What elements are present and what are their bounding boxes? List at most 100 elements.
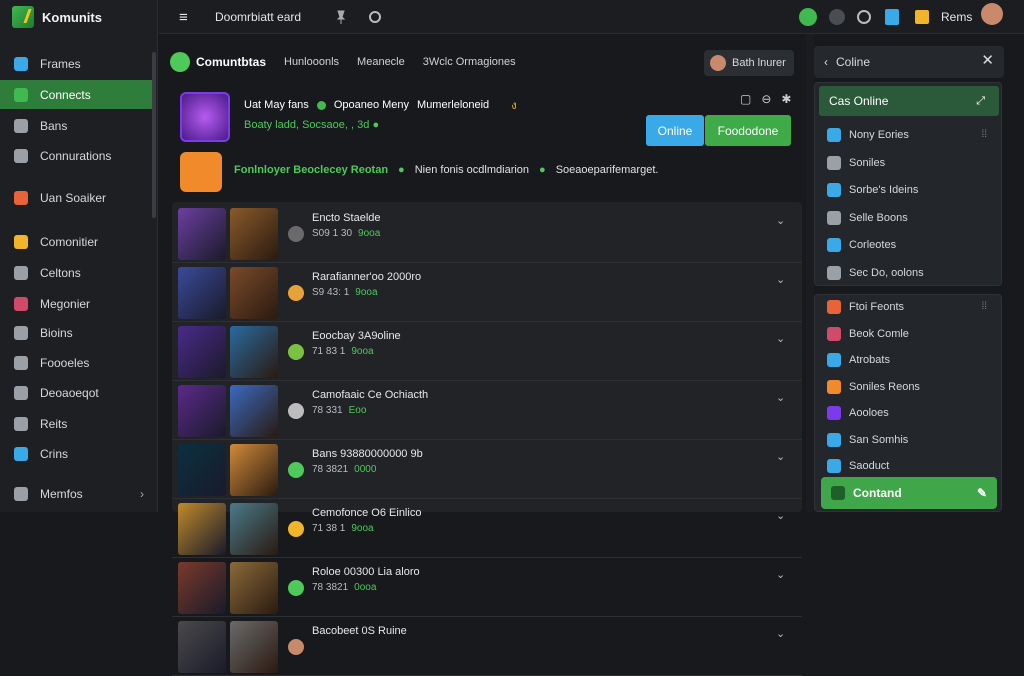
sidebar-item-label: Megonier (40, 296, 91, 311)
feature-line: Fonlnloyer Beoclecey Reotan ● Nien fonis… (234, 164, 658, 176)
game-controls: ▢ ⊖ ✱ (740, 92, 791, 106)
friend-item[interactable]: Ftoi Feonts (827, 299, 904, 315)
menu-icon[interactable]: ≡ (179, 8, 188, 26)
friend-item[interactable]: Corleotes (827, 237, 896, 253)
friend-item[interactable]: Saoduct (827, 458, 889, 474)
tab-item[interactable]: Meanecle (357, 56, 405, 68)
sidebar-item[interactable]: Connurations (0, 141, 152, 170)
user-avatar[interactable] (981, 3, 1003, 25)
sidebar-item[interactable]: Comonitier (0, 227, 152, 256)
tab-item[interactable]: Hunlooonls (284, 56, 339, 68)
sidebar-item[interactable]: Deoaoeqot (0, 378, 152, 407)
close-icon[interactable]: ✕ (981, 51, 994, 69)
sidebar-item[interactable]: Crins (0, 439, 152, 468)
target-icon (14, 385, 28, 400)
chat-icon[interactable] (829, 8, 845, 26)
sidebar-scrollbar[interactable] (152, 52, 156, 218)
settings-icon[interactable]: ✱ (781, 92, 791, 106)
tab-community[interactable]: Comuntbtas (170, 52, 266, 72)
row-subtitle-text: 78 3821 (312, 582, 349, 593)
list-item[interactable]: Roloe 00300 Lia aloro 78 3821 0ooa ⌄ (172, 558, 802, 617)
friend-item[interactable]: Nony Eories (827, 127, 909, 143)
back-icon[interactable]: ‹ (824, 55, 828, 69)
online-header[interactable]: Cas Online ⤢ (819, 86, 999, 116)
game-cube-icon[interactable] (180, 92, 230, 142)
row-subtitle: S9 43: 1 9ooa (312, 287, 378, 298)
friend-item[interactable]: Soniles Reons (827, 379, 920, 395)
friend-item[interactable]: Beok Comle (827, 326, 909, 342)
expand-icon[interactable]: ⤢ (976, 95, 985, 108)
friend-item[interactable]: San Somhis (827, 432, 908, 448)
sidebar-item-label: Celtons (40, 265, 81, 280)
sidebar-item[interactable]: Frames (0, 49, 152, 78)
search-icon[interactable] (857, 8, 871, 26)
brand[interactable]: Komunits (12, 6, 102, 28)
game-title-b: Opoaneo Meny (333, 99, 410, 111)
list-item[interactable]: Eoocbay 3A9oline 71 83 1 9ooa ⌄ (172, 322, 802, 381)
chevron-down-icon[interactable]: ⌄ (776, 568, 785, 581)
edit-icon[interactable]: ✎ (977, 486, 987, 500)
sidebar-item[interactable]: Bioins (0, 318, 152, 347)
list-item[interactable]: Encto Staelde S09 1 30 9ooa ⌄ (172, 204, 802, 263)
sidebar-item[interactable]: Megonier (0, 289, 152, 318)
user-chip-button[interactable]: Bath lnurer (704, 50, 794, 76)
chevron-down-icon[interactable]: ⌄ (776, 627, 785, 640)
edit-icon[interactable]: ▢ (740, 92, 751, 106)
sidebar-item[interactable]: Reits (0, 409, 152, 438)
online-status-icon[interactable] (799, 8, 817, 26)
thumbnail (230, 503, 278, 555)
game-subtitle: Boaty ladd, Socsaoe, , 3d ● (244, 119, 379, 131)
chevron-down-icon[interactable]: ⌄ (776, 214, 785, 227)
chevron-down-icon[interactable]: ⌄ (776, 391, 785, 404)
sidebar-item-label: Comonitier (40, 234, 99, 249)
thumbnail (178, 267, 226, 319)
list-item[interactable]: Rarafianner'oo 2000ro S9 43: 1 9ooa ⌄ (172, 263, 802, 322)
contact-button[interactable]: Contand ✎ (821, 477, 997, 509)
sidebar-item[interactable]: Celtons (0, 258, 152, 287)
thumbnail (178, 621, 226, 673)
row-title: Encto Staelde (312, 212, 381, 224)
sidebar-item[interactable]: Memfos › (0, 479, 152, 508)
sidebar-item[interactable]: Foooeles (0, 348, 152, 377)
globe-icon (14, 325, 28, 340)
friend-item[interactable]: Atrobats (827, 352, 890, 368)
friend-item[interactable]: Selle Boons (827, 210, 908, 226)
row-subtitle: S09 1 30 9ooa (312, 228, 380, 239)
chevron-down-icon[interactable]: ⌄ (776, 509, 785, 522)
friend-item[interactable]: Sorbe's Ideins (827, 182, 918, 198)
list-item[interactable]: Bans 93880000000 9b 78 3821 0000 ⌄ (172, 440, 802, 499)
online-button[interactable]: Online (646, 115, 704, 146)
tab-item[interactable]: 3Wclc Ormagiones (423, 56, 516, 68)
feed-button[interactable]: Foododone (705, 115, 791, 146)
list-item[interactable]: Cemofonce O6 Einlico 71 38 1 9ooa ⌄ (172, 499, 802, 558)
chevron-down-icon[interactable]: ⌄ (776, 450, 785, 463)
drag-handle-icon[interactable]: ⁞⁞ (981, 129, 987, 140)
pin-icon[interactable] (335, 8, 347, 26)
list-item[interactable]: Camofaaic Ce Ochiacth 78 331 Eoo ⌄ (172, 381, 802, 440)
feature-icon[interactable] (180, 152, 222, 192)
content-tabs: Comuntbtas Hunlooonls Meanecle 3Wclc Orm… (170, 50, 516, 74)
status-circle-icon[interactable] (369, 8, 381, 26)
chevron-right-icon[interactable]: › (140, 487, 144, 501)
topbar-user-label[interactable]: Rems (941, 8, 972, 26)
row-subtitle-highlight: 9ooa (351, 523, 374, 534)
row-title: Cemofonce O6 Einlico (312, 507, 422, 519)
user-status-icon[interactable] (915, 8, 929, 26)
contact-label: Contand (853, 486, 902, 500)
sidebar-item[interactable]: Bans (0, 111, 152, 140)
right-panel-title: Coline (836, 55, 871, 69)
info-icon[interactable]: ⊖ (761, 92, 771, 106)
friend-label: Nony Eories (849, 129, 909, 141)
sidebar-item[interactable]: Uan Soaiker (0, 183, 152, 212)
friend-avatar-icon (827, 432, 841, 447)
list-item[interactable]: Bacobeet 0S Ruine ⌄ (172, 617, 802, 676)
sidebar-item[interactable]: Connects (0, 80, 152, 109)
chevron-down-icon[interactable]: ⌄ (776, 273, 785, 286)
friend-avatar-icon (827, 406, 841, 420)
friend-item[interactable]: Aooloes (827, 405, 889, 421)
drag-handle-icon[interactable]: ⁞⁞ (981, 301, 987, 312)
friend-item[interactable]: Sec Do, oolons (827, 265, 924, 281)
bookmark-icon[interactable] (885, 8, 899, 26)
friend-item[interactable]: Soniles (827, 155, 885, 171)
chevron-down-icon[interactable]: ⌄ (776, 332, 785, 345)
